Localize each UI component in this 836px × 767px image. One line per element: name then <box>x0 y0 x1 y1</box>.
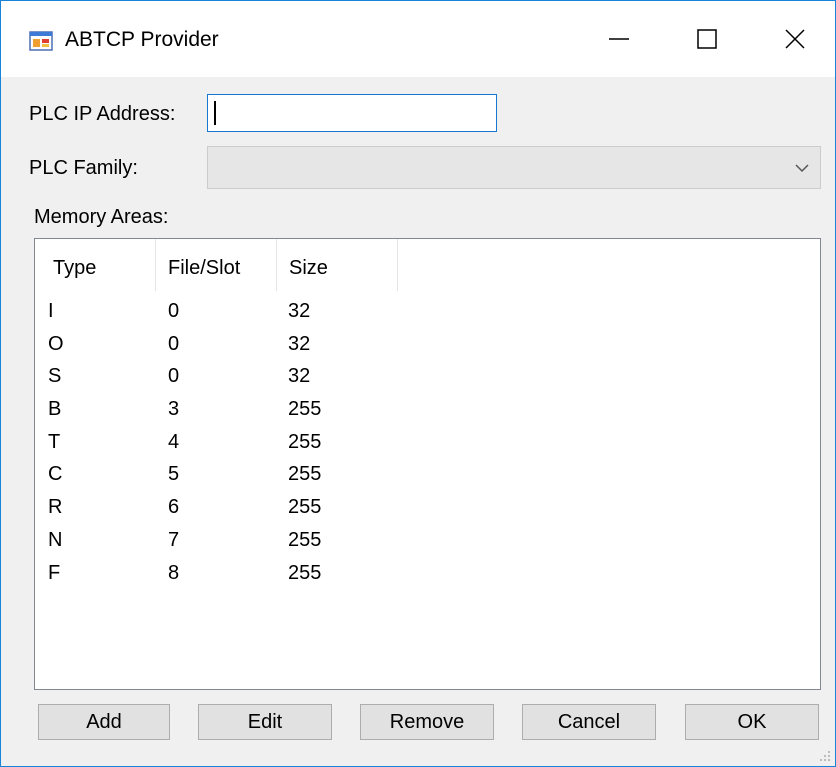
text-caret <box>214 101 216 125</box>
minimize-button[interactable] <box>575 1 663 77</box>
cell-size: 32 <box>288 365 311 388</box>
cell-size: 32 <box>288 300 311 322</box>
edit-button[interactable]: Edit <box>198 704 332 740</box>
app-window-icon <box>29 31 53 51</box>
plc-family-select[interactable] <box>207 146 821 189</box>
cell-file-slot: 0 <box>168 365 180 388</box>
memory-areas-label: Memory Areas: <box>34 206 169 228</box>
maximize-icon <box>697 29 717 49</box>
list-item[interactable]: R 6 255 <box>35 491 820 524</box>
dialog-window: ABTCP Provider PLC IP Address: PLC Famil… <box>0 0 836 767</box>
cell-type: R <box>48 496 63 519</box>
cell-size: 255 <box>288 528 322 551</box>
chevron-down-icon <box>795 164 809 173</box>
list-item[interactable]: S 0 32 <box>35 360 820 393</box>
remove-button[interactable]: Remove <box>360 704 494 740</box>
list-item[interactable]: B 3 255 <box>35 393 820 426</box>
list-item[interactable]: O 0 32 <box>35 328 820 361</box>
cell-file-slot: 3 <box>168 398 180 421</box>
cell-type: N <box>48 528 63 551</box>
cell-file-slot: 0 <box>168 300 180 322</box>
resize-grip-icon[interactable] <box>819 750 831 762</box>
list-rows: I 0 32 O 0 32 S 0 32 B 3 255 T 4 255 C 5… <box>35 295 820 589</box>
memory-areas-list[interactable]: Type File/Slot Size I 0 32 O 0 32 S 0 32… <box>34 238 821 690</box>
cell-type: S <box>48 365 62 388</box>
cell-type: F <box>48 561 61 584</box>
list-header: Type File/Slot Size <box>35 239 820 291</box>
cell-size: 255 <box>288 398 322 421</box>
close-icon <box>785 29 805 49</box>
column-header-type[interactable]: Type <box>35 239 156 291</box>
cell-type: I <box>48 300 54 322</box>
cell-type: C <box>48 463 63 486</box>
cell-size: 255 <box>288 496 322 519</box>
cell-file-slot: 5 <box>168 463 180 486</box>
cell-type: T <box>48 430 61 453</box>
cell-file-slot: 7 <box>168 528 180 551</box>
plc-family-label: PLC Family: <box>29 157 138 179</box>
list-item[interactable]: C 5 255 <box>35 458 820 491</box>
cell-size: 255 <box>288 430 322 453</box>
cell-type: O <box>48 332 64 355</box>
list-item[interactable]: I 0 32 <box>35 295 820 328</box>
minimize-icon <box>609 38 629 40</box>
column-header-size[interactable]: Size <box>277 239 398 291</box>
cell-file-slot: 6 <box>168 496 180 519</box>
ip-address-input[interactable] <box>207 94 497 132</box>
list-item[interactable]: T 4 255 <box>35 426 820 459</box>
cell-size: 32 <box>288 332 311 355</box>
list-item[interactable]: N 7 255 <box>35 524 820 557</box>
cancel-button[interactable]: Cancel <box>522 704 656 740</box>
cell-type: B <box>48 398 62 421</box>
cell-file-slot: 4 <box>168 430 180 453</box>
maximize-button[interactable] <box>663 1 751 77</box>
window-title: ABTCP Provider <box>65 28 219 51</box>
add-button[interactable]: Add <box>38 704 170 740</box>
list-item[interactable]: F 8 255 <box>35 557 820 590</box>
cell-size: 255 <box>288 463 322 486</box>
ok-button[interactable]: OK <box>685 704 819 740</box>
cell-size: 255 <box>288 561 322 584</box>
title-bar[interactable]: ABTCP Provider <box>1 1 835 77</box>
ip-address-label: PLC IP Address: <box>29 103 176 125</box>
column-header-file-slot[interactable]: File/Slot <box>156 239 277 291</box>
cell-file-slot: 8 <box>168 561 180 584</box>
close-button[interactable] <box>751 1 836 77</box>
cell-file-slot: 0 <box>168 332 180 355</box>
